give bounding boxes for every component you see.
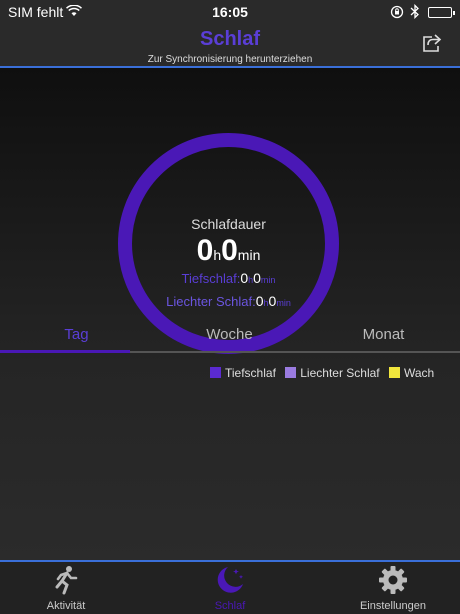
running-icon (55, 566, 78, 595)
deep-sleep-row: Tiefschlaf:0h0min (118, 270, 339, 286)
tab-month[interactable]: Monat (307, 326, 460, 343)
legend-swatch-deep (210, 367, 221, 378)
bluetooth-icon (410, 4, 419, 19)
chart-legend: Tiefschlaf Liechter Schlaf Wach (210, 366, 440, 380)
rotation-lock-icon (390, 5, 404, 19)
legend-label: Liechter Schlaf (300, 366, 380, 380)
main-content: Schlafdauer 0h0min Tiefschlaf:0h0min Lie… (0, 68, 460, 560)
share-icon[interactable] (421, 32, 443, 54)
deep-hours: 0 (240, 270, 249, 286)
deep-minute-unit: min (260, 275, 276, 285)
deep-minutes: 0 (253, 270, 261, 286)
tab-indicator (0, 350, 130, 353)
minute-unit: min (237, 247, 261, 263)
tab-week[interactable]: Woche (153, 326, 306, 343)
light-hours: 0 (255, 293, 264, 309)
legend-swatch-awake (388, 367, 400, 378)
tab-bar-label: Einstellungen (359, 600, 427, 612)
pull-to-sync-hint: Zur Synchronisierung herunterziehen (147, 54, 313, 65)
deep-sleep-label: Tiefschlaf: (181, 271, 241, 286)
status-bar: SIM fehlt 16:05 (0, 0, 460, 24)
hour-unit: h (213, 247, 222, 263)
total-hours: 0 (196, 234, 214, 267)
total-minutes: 0 (221, 234, 238, 267)
battery-icon (428, 7, 455, 18)
tab-day[interactable]: Tag (0, 326, 153, 343)
tab-bar-activity[interactable]: Aktivität (6, 564, 126, 612)
legend-item-light: Liechter Schlaf (285, 366, 380, 380)
moon-stars-icon (217, 567, 244, 593)
period-tabs: Tag Woche Monat (0, 326, 460, 352)
legend-label: Tiefschlaf (225, 366, 276, 380)
page-title: Schlaf (199, 28, 261, 50)
duration-label: Schlafdauer (191, 216, 266, 232)
light-sleep-row: Liechter Schlaf:0h0min (118, 293, 339, 309)
nav-bar[interactable]: Schlaf Zur Synchronisierung herunterzieh… (0, 24, 460, 68)
legend-item-deep: Tiefschlaf (210, 366, 276, 380)
total-duration: 0h0min (118, 234, 339, 268)
light-sleep-label: Liechter Schlaf: (166, 294, 256, 309)
tab-bar: Aktivität Schlaf Einstellungen (0, 562, 460, 614)
legend-swatch-light (285, 367, 297, 378)
legend-item-awake: Wach (388, 366, 435, 380)
gear-icon (379, 566, 407, 594)
tab-bar-label: Aktivität (46, 600, 86, 612)
tab-bar-settings[interactable]: Einstellungen (333, 564, 453, 612)
tab-bar-label: Schlaf (214, 600, 246, 612)
legend-label: Wach (403, 366, 435, 380)
tab-bar-sleep[interactable]: Schlaf (170, 564, 290, 612)
light-minute-unit: min (276, 298, 291, 308)
